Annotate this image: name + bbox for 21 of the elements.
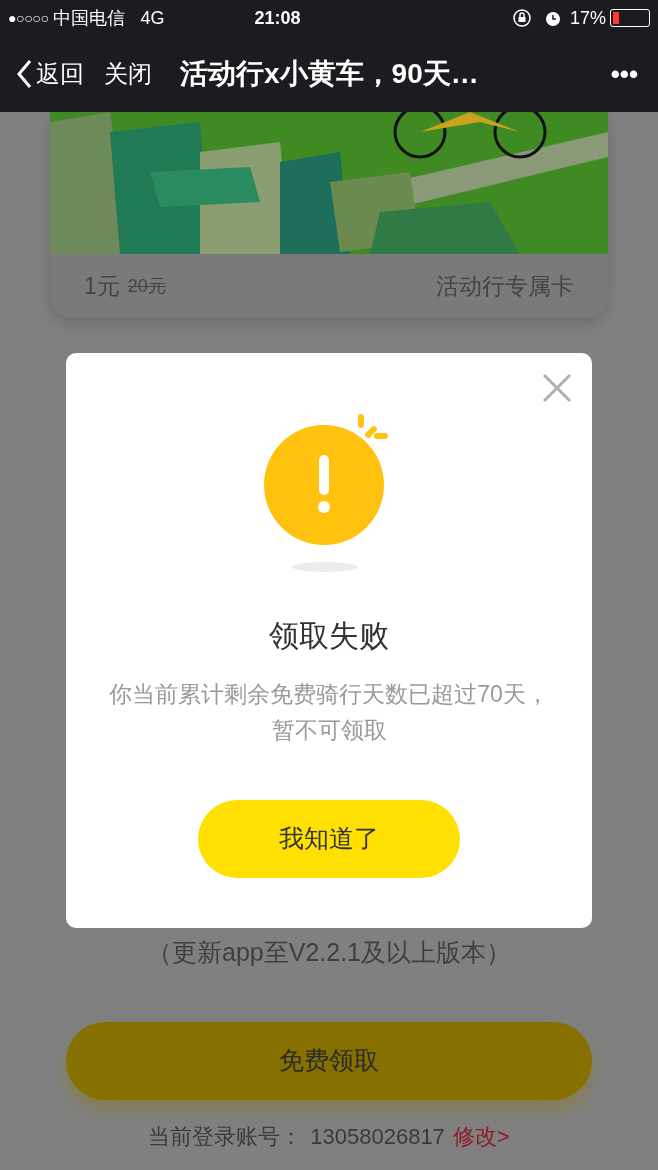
chevron-left-icon: [16, 59, 32, 89]
signal-strength: ●○○○○: [8, 8, 49, 28]
more-button[interactable]: •••: [610, 54, 638, 94]
close-link[interactable]: 关闭: [104, 56, 152, 92]
battery-icon: [610, 9, 650, 27]
account-label: 当前登录账号：: [148, 1122, 303, 1151]
battery-percent: 17%: [569, 6, 606, 30]
page-title: 活动行x小黄车，90天…: [180, 57, 479, 91]
clock-time: 21:08: [254, 6, 301, 30]
dialog-title: 领取失败: [269, 618, 389, 654]
account-number: 13058026817: [310, 1122, 445, 1151]
version-note: （更新app至V2.2.1及以上版本）: [147, 937, 511, 968]
dialog-message: 你当前累计剩余免费骑行天数已超过70天，暂不可领取: [108, 680, 550, 745]
rotation-lock-icon: [511, 8, 532, 28]
confirm-button[interactable]: 我知道了: [198, 800, 460, 878]
alarm-icon: [543, 9, 562, 27]
carrier-name: 中国电信: [52, 6, 125, 30]
close-button[interactable]: [542, 373, 572, 403]
network-type: 4G: [140, 6, 165, 30]
back-button[interactable]: 返回: [16, 56, 84, 92]
close-icon: [542, 373, 572, 403]
